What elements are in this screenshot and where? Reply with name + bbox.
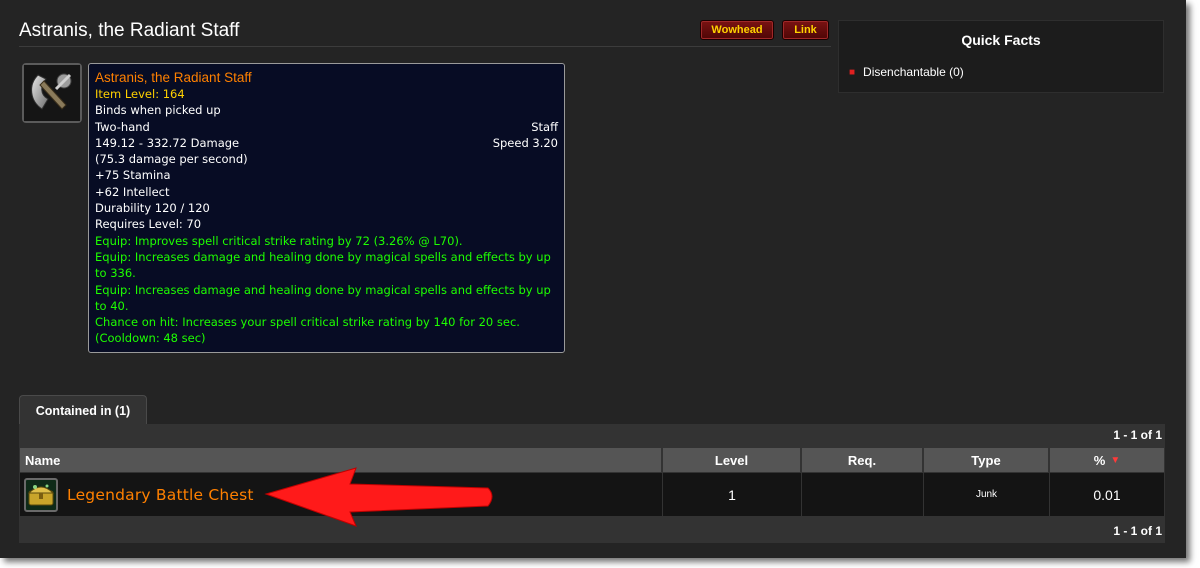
tooltip-damage-row: 149.12 - 332.72 Damage Speed 3.20 bbox=[95, 135, 558, 151]
sort-descending-icon: ▼ bbox=[1110, 454, 1121, 466]
quick-fact-text: Disenchantable (0) bbox=[863, 65, 964, 79]
tooltip-slot-row: Two-hand Staff bbox=[95, 119, 558, 135]
bullet-icon: ■ bbox=[849, 66, 856, 78]
tooltip-requires: Requires Level: 70 bbox=[95, 217, 202, 232]
quick-fact-item: ■ Disenchantable (0) bbox=[849, 65, 964, 79]
page-title: Astranis, the Radiant Staff bbox=[19, 20, 240, 41]
quick-facts-box: Quick Facts ■ Disenchantable (0) bbox=[838, 20, 1164, 93]
column-header-type[interactable]: Type bbox=[924, 448, 1049, 472]
tooltip-dps: (75.3 damage per second) bbox=[95, 152, 248, 167]
chest-name-link[interactable]: Legendary Battle Chest bbox=[67, 486, 254, 504]
column-header-req[interactable]: Req. bbox=[802, 448, 923, 472]
pager-top: 1 - 1 of 1 bbox=[1113, 428, 1162, 442]
quick-facts-title: Quick Facts bbox=[961, 32, 1041, 48]
tooltip-durability: Durability 120 / 120 bbox=[95, 201, 210, 216]
item-tooltip: Astranis, the Radiant Staff Item Level: … bbox=[88, 63, 565, 353]
tooltip-binds: Binds when picked up bbox=[95, 103, 221, 118]
title-divider bbox=[19, 46, 831, 47]
tooltip-slot: Two-hand bbox=[95, 119, 150, 134]
column-header-percent[interactable]: % ▼ bbox=[1050, 448, 1164, 472]
treasure-chest-icon[interactable] bbox=[24, 477, 58, 512]
column-header-percent-label: % bbox=[1093, 452, 1106, 468]
staff-icon[interactable] bbox=[22, 63, 82, 123]
tooltip-damage: 149.12 - 332.72 Damage bbox=[95, 135, 240, 150]
link-button[interactable]: Link bbox=[782, 20, 829, 40]
cell-req bbox=[802, 473, 923, 516]
page-container: Astranis, the Radiant Staff Wowhead Link… bbox=[0, 0, 1186, 558]
tooltip-item-level: Item Level: 164 bbox=[95, 87, 185, 101]
tooltip-intellect: +62 Intellect bbox=[95, 184, 170, 199]
wowhead-button[interactable]: Wowhead bbox=[700, 20, 774, 40]
table-row[interactable]: Legendary Battle Chest 1 Junk 0.01 bbox=[20, 473, 1164, 516]
tooltip-chance-on-hit: Chance on hit: Increases your spell crit… bbox=[95, 315, 520, 346]
tooltip-equip-damage-40: Equip: Increases damage and healing done… bbox=[95, 282, 551, 313]
tooltip-equip-damage-336: Equip: Increases damage and healing done… bbox=[95, 249, 551, 281]
tooltip-item-name: Astranis, the Radiant Staff bbox=[95, 70, 252, 85]
tooltip-stamina: +75 Stamina bbox=[95, 168, 171, 183]
tab-contained-in[interactable]: Contained in (1) bbox=[19, 395, 147, 425]
cell-name: Legendary Battle Chest bbox=[20, 473, 662, 516]
pager-bottom: 1 - 1 of 1 bbox=[1113, 524, 1162, 538]
cell-level: 1 bbox=[663, 473, 801, 516]
contained-in-panel: 1 - 1 of 1 Name Level Req. Type % ▼ Lege… bbox=[19, 424, 1165, 543]
column-header-level[interactable]: Level bbox=[663, 448, 801, 472]
cell-type: Junk bbox=[924, 473, 1049, 516]
tooltip-equip-crit: Equip: Improves spell critical strike ra… bbox=[95, 233, 463, 248]
tooltip-subtype: Staff bbox=[531, 119, 558, 134]
tooltip-speed: Speed 3.20 bbox=[492, 135, 558, 150]
cell-percent: 0.01 bbox=[1050, 473, 1164, 516]
column-header-name[interactable]: Name bbox=[20, 448, 662, 472]
